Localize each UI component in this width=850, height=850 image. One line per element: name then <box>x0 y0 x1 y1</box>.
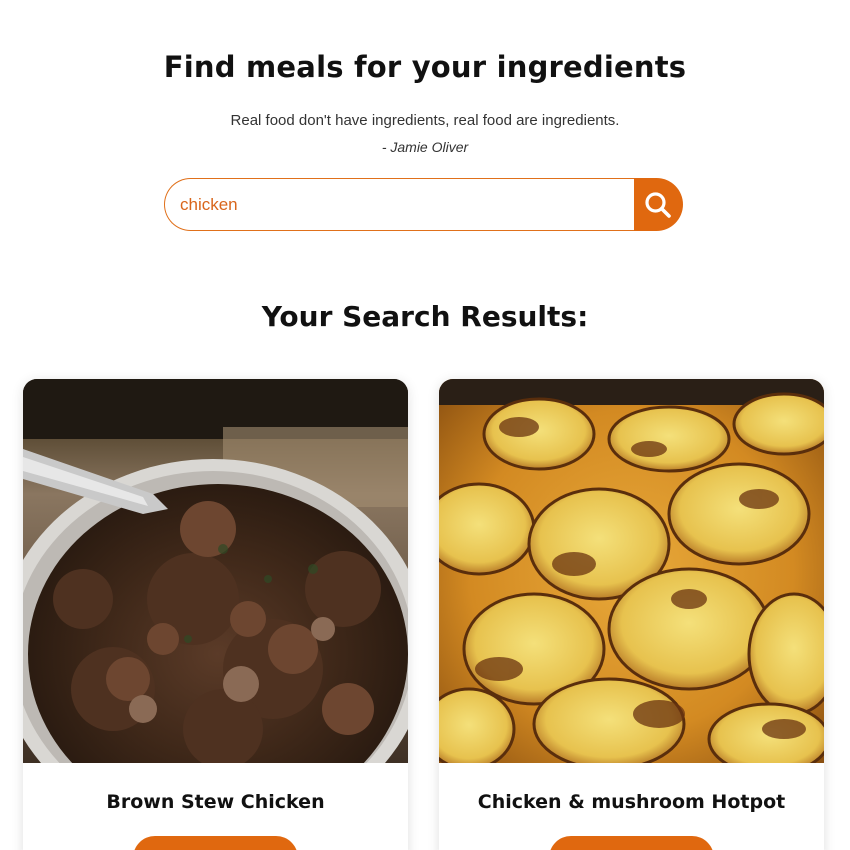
search-input[interactable] <box>164 178 636 231</box>
quote-text: Real food don't have ingredients, real f… <box>230 112 620 129</box>
meal-image-brown-stew-chicken[interactable] <box>23 379 408 763</box>
meal-card[interactable]: Brown Stew Chicken <box>23 379 408 850</box>
page: Find meals for your ingredients Real foo… <box>0 0 850 850</box>
meal-image-chicken-mushroom-hotpot[interactable] <box>439 379 824 763</box>
meal-name: Chicken & mushroom Hotpot <box>477 791 786 813</box>
search-icon <box>645 192 671 218</box>
view-recipe-button[interactable] <box>549 836 714 850</box>
search-button[interactable] <box>634 178 683 231</box>
results-title: Your Search Results: <box>261 300 589 333</box>
search-bar <box>164 178 683 231</box>
quote-author: - Jamie Oliver <box>381 139 469 155</box>
meal-name: Brown Stew Chicken <box>106 791 325 813</box>
meal-card[interactable]: Chicken & mushroom Hotpot <box>439 379 824 850</box>
page-title: Find meals for your ingredients <box>163 50 687 84</box>
view-recipe-button[interactable] <box>133 836 298 850</box>
